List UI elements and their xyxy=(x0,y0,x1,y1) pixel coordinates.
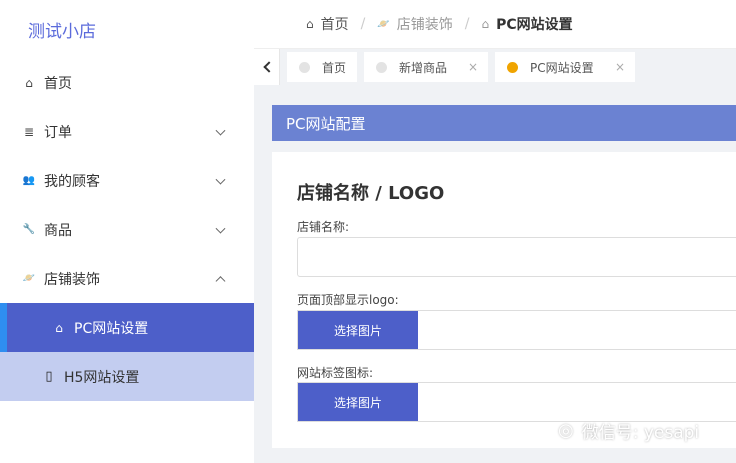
home-icon: ⌂ xyxy=(306,17,314,31)
tab-label: 首页 xyxy=(322,60,347,75)
sidebar-item-label: PC网站设置 xyxy=(74,320,149,337)
home-outline-icon: ⌂ xyxy=(55,320,63,335)
tabs-bar: 首页 新增商品 × PC网站设置 × xyxy=(254,49,736,85)
people-icon: 👥 xyxy=(22,175,36,186)
sidebar: 测试小店 ⌂ 首页 ≣ 订单 👥 我的顾客 🔧 商品 🪐 店铺装饰 ⌂ PC网站… xyxy=(0,0,254,463)
breadcrumb-label: PC网站设置 xyxy=(496,17,573,33)
planet-icon: 🪐 xyxy=(22,273,36,284)
chevron-down-icon xyxy=(215,125,226,136)
settings-form-card: 店铺名称 / LOGO 店铺名称: 页面顶部显示logo: 选择图片 网站标签图… xyxy=(272,152,736,448)
shop-name-input[interactable] xyxy=(297,237,736,277)
sidebar-item-label: 店铺装饰 xyxy=(44,271,100,288)
wechat-watermark: ◎ 微信号: yesapi xyxy=(558,418,699,443)
sidebar-item-products[interactable]: 🔧 商品 xyxy=(0,205,254,254)
sidebar-item-label: 首页 xyxy=(44,75,72,92)
chevron-down-icon xyxy=(215,223,226,234)
wechat-icon: ◎ xyxy=(558,420,574,441)
home-outline-icon: ⌂ xyxy=(481,17,490,31)
breadcrumb-label: 首页 xyxy=(320,17,349,33)
wrench-icon: 🔧 xyxy=(22,224,36,235)
section-title: 店铺名称 / LOGO xyxy=(297,183,445,204)
breadcrumb-label: 店铺装饰 xyxy=(396,17,453,33)
mobile-icon: ▯ xyxy=(45,369,53,384)
tabs-scroll-left-button[interactable] xyxy=(254,49,280,85)
sidebar-item-label: 我的顾客 xyxy=(44,173,100,190)
tab-pc-site-settings[interactable]: PC网站设置 × xyxy=(495,52,635,82)
tab-status-dot xyxy=(376,61,387,73)
sidebar-item-label: 订单 xyxy=(44,124,72,141)
breadcrumb-separator: / xyxy=(360,16,366,32)
breadcrumb-separator: / xyxy=(464,16,470,32)
tab-label: 新增商品 xyxy=(399,60,448,75)
tab-status-dot xyxy=(507,61,518,73)
planet-icon: 🪐 xyxy=(377,18,390,30)
tab-home[interactable]: 首页 xyxy=(287,52,357,82)
close-icon[interactable]: × xyxy=(615,60,625,74)
tab-status-dot xyxy=(299,61,310,73)
sidebar-item-customers[interactable]: 👥 我的顾客 xyxy=(0,156,254,205)
sidebar-item-orders[interactable]: ≣ 订单 xyxy=(0,107,254,156)
sidebar-item-label: H5网站设置 xyxy=(64,369,140,386)
breadcrumb-item-home[interactable]: ⌂ 首页 xyxy=(306,14,349,34)
sidebar-item-pc-site-settings[interactable]: ⌂ PC网站设置 xyxy=(0,303,254,352)
sidebar-item-h5-site-settings[interactable]: ▯ H5网站设置 xyxy=(0,352,254,401)
brand-title[interactable]: 测试小店 xyxy=(0,0,254,58)
chevron-up-icon xyxy=(215,275,226,286)
breadcrumb-item-store-decoration[interactable]: 🪐 店铺装饰 xyxy=(377,14,452,34)
favicon-choose-image-button[interactable]: 选择图片 xyxy=(298,383,418,421)
home-icon: ⌂ xyxy=(25,75,33,90)
breadcrumb-item-current: ⌂ PC网站设置 xyxy=(482,14,573,34)
favicon-upload: 选择图片 xyxy=(297,382,736,422)
top-logo-label: 页面顶部显示logo: xyxy=(297,293,399,307)
tab-new-product[interactable]: 新增商品 × xyxy=(364,52,488,82)
chevron-down-icon xyxy=(215,174,226,185)
list-icon: ≣ xyxy=(23,124,35,139)
sidebar-item-home[interactable]: ⌂ 首页 xyxy=(0,58,254,107)
sidebar-item-store-decoration[interactable]: 🪐 店铺装饰 xyxy=(0,254,254,303)
chevron-left-icon xyxy=(262,61,275,73)
shop-name-label: 店铺名称: xyxy=(297,220,350,234)
close-icon[interactable]: × xyxy=(468,60,478,74)
top-logo-choose-image-button[interactable]: 选择图片 xyxy=(298,311,418,349)
panel-header: PC网站配置 xyxy=(272,105,736,141)
favicon-label: 网站标签图标: xyxy=(297,366,374,380)
sidebar-item-label: 商品 xyxy=(44,222,72,239)
breadcrumb: ⌂ 首页 / 🪐 店铺装饰 / ⌂ PC网站设置 xyxy=(254,0,736,49)
top-logo-upload: 选择图片 xyxy=(297,310,736,350)
watermark-text: 微信号: yesapi xyxy=(581,423,700,443)
tab-label: PC网站设置 xyxy=(530,60,594,75)
